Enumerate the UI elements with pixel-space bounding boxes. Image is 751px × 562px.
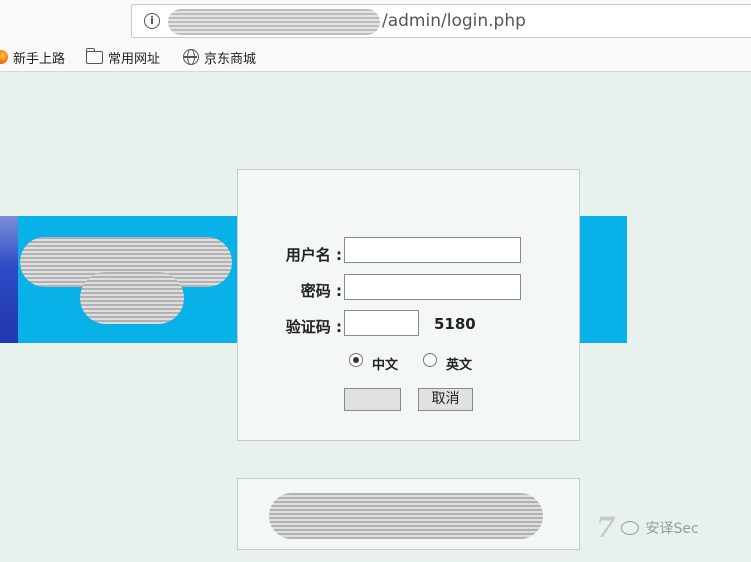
username-input[interactable] (344, 237, 521, 263)
password-label: 密码 : (300, 282, 342, 300)
captcha-input[interactable] (344, 310, 419, 336)
browser-toolbar: i /admin/login.php (0, 0, 751, 42)
password-input[interactable] (344, 274, 521, 300)
firefox-icon (0, 50, 8, 64)
bookmarks-bar: 新手上路 常用网址 京东商城 (0, 42, 751, 72)
footer-panel (237, 478, 580, 550)
globe-icon (183, 49, 199, 65)
bookmark-jd-mall[interactable]: 京东商城 (183, 47, 256, 67)
captcha-label: 验证码 : (285, 318, 342, 336)
address-bar[interactable]: i /admin/login.php (131, 4, 751, 38)
submit-button[interactable] (344, 388, 401, 411)
language-chinese-radio[interactable] (349, 353, 363, 367)
language-chinese-label: 中文 (372, 358, 399, 373)
username-label: 用户名 : (285, 246, 342, 264)
bookmark-label: 常用网址 (108, 51, 161, 67)
bookmark-label: 京东商城 (204, 51, 257, 67)
wechat-icon (621, 520, 640, 535)
redacted-footer-text (269, 493, 543, 539)
site-info-icon[interactable]: i (144, 13, 160, 29)
cancel-button[interactable]: 取消 (418, 388, 473, 411)
bookmark-newbie[interactable]: 新手上路 (0, 47, 65, 67)
watermark: 7 安译Sec (596, 511, 699, 544)
redacted-logo-part (80, 272, 184, 324)
captcha-code: 5180 (434, 315, 476, 333)
banner-edge (0, 216, 18, 343)
watermark-mark: 7 (596, 511, 616, 544)
login-form: 用户名 : 密码 : 验证码 : 5180 中文 英文 取消 (237, 169, 580, 441)
folder-icon (86, 47, 103, 64)
url-path: /admin/login.php (382, 11, 526, 31)
language-english-radio[interactable] (423, 353, 437, 367)
bookmark-label: 新手上路 (13, 51, 66, 67)
redacted-url-host (168, 9, 380, 35)
language-english-label: 英文 (446, 358, 473, 373)
watermark-text: 安译Sec (645, 520, 699, 537)
bookmark-common-sites[interactable]: 常用网址 (86, 47, 160, 67)
